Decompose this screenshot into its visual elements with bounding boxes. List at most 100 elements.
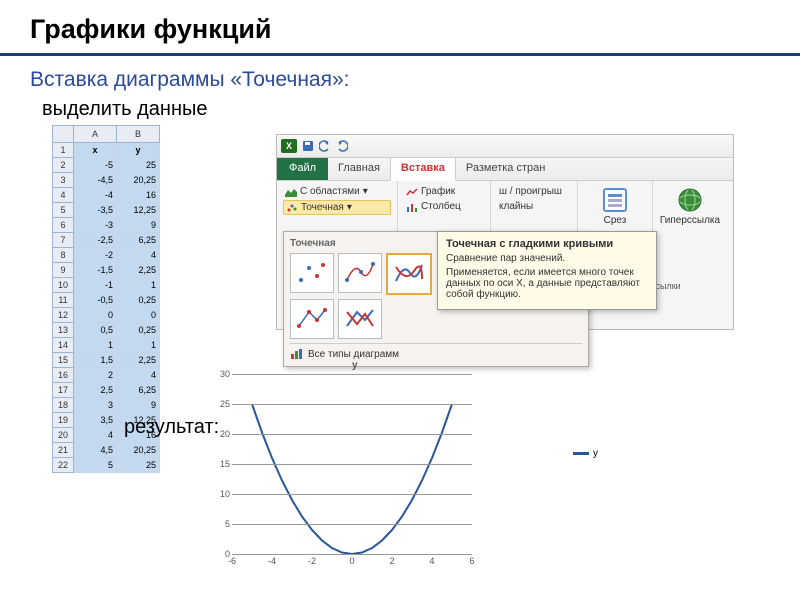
line-chart-icon bbox=[406, 187, 418, 197]
cell-y: 2,25 bbox=[117, 263, 160, 278]
gridline bbox=[232, 404, 472, 405]
row-header: 11 bbox=[53, 293, 74, 308]
area-chart-label: С областями bbox=[300, 186, 360, 197]
row-header: 8 bbox=[53, 248, 74, 263]
cell-y: 4 bbox=[117, 368, 160, 383]
column-chart-button[interactable]: Столбец bbox=[404, 200, 484, 213]
cell-x: -1 bbox=[74, 278, 117, 293]
cell-x: 0,5 bbox=[74, 323, 117, 338]
ribbon-body: С областями ▾ Точечная ▾ График Столбец … bbox=[277, 181, 733, 293]
result-chart: y 051015202530-6-4-20246 y bbox=[208, 360, 538, 574]
chart-plot-area: 051015202530-6-4-20246 bbox=[232, 374, 472, 554]
scatter-chart-button[interactable]: Точечная ▾ bbox=[283, 200, 391, 215]
y-tick-label: 15 bbox=[220, 459, 230, 469]
page-layout-tab[interactable]: Разметка стран bbox=[456, 158, 555, 180]
cell-x: 2,5 bbox=[74, 383, 117, 398]
cell-y: 0,25 bbox=[117, 293, 160, 308]
ribbon-titlebar: X bbox=[277, 135, 733, 158]
x-tick-label: -4 bbox=[268, 556, 276, 566]
row-header: 17 bbox=[53, 383, 74, 398]
home-tab[interactable]: Главная bbox=[328, 158, 390, 180]
area-chart-button[interactable]: С областями ▾ bbox=[283, 185, 391, 198]
area-chart-icon bbox=[285, 187, 297, 197]
line-chart-button[interactable]: График bbox=[404, 185, 484, 198]
cell-y: 6,25 bbox=[117, 233, 160, 248]
column-chart-icon bbox=[406, 202, 418, 212]
tooltip-line2: Применяется, если имеется много точек да… bbox=[446, 267, 648, 300]
all-charts-icon bbox=[290, 348, 304, 360]
cell-y: 0,25 bbox=[117, 323, 160, 338]
cell-y: 6,25 bbox=[117, 383, 160, 398]
scatter-chart-icon bbox=[286, 203, 298, 213]
x-tick-label: 0 bbox=[349, 556, 354, 566]
y-tick-label: 10 bbox=[220, 489, 230, 499]
cell-y: 9 bbox=[117, 218, 160, 233]
row-header: 21 bbox=[53, 443, 74, 458]
cell-x: -4 bbox=[74, 188, 117, 203]
row-header: 16 bbox=[53, 368, 74, 383]
column-chart-label: Столбец bbox=[421, 201, 461, 212]
x-tick-label: 2 bbox=[389, 556, 394, 566]
scatter-smooth-lines[interactable] bbox=[386, 253, 432, 295]
row-header: 6 bbox=[53, 218, 74, 233]
gridline bbox=[232, 524, 472, 525]
hyperlink-button[interactable]: Гиперссылка Ссылки bbox=[653, 181, 727, 293]
row-header: 13 bbox=[53, 323, 74, 338]
cell-x: 2 bbox=[74, 368, 117, 383]
row-header: 20 bbox=[53, 428, 74, 443]
row-header: 10 bbox=[53, 278, 74, 293]
gridline bbox=[232, 434, 472, 435]
row-header: 15 bbox=[53, 353, 74, 368]
chevron-down-icon: ▾ bbox=[347, 202, 352, 213]
row-header: 9 bbox=[53, 263, 74, 278]
gridline bbox=[232, 494, 472, 495]
scatter-markers-only[interactable] bbox=[290, 253, 334, 293]
cell-x: 3 bbox=[74, 398, 117, 413]
undo-icon[interactable] bbox=[318, 139, 332, 153]
x-tick-label: -2 bbox=[308, 556, 316, 566]
row-header: 19 bbox=[53, 413, 74, 428]
scatter-smooth-markers[interactable] bbox=[338, 253, 382, 293]
insert-tab[interactable]: Вставка bbox=[390, 158, 456, 181]
slicer-label: Срез bbox=[604, 215, 627, 226]
cell-y: 2,25 bbox=[117, 353, 160, 368]
file-tab[interactable]: Файл bbox=[277, 158, 328, 180]
slicer-icon bbox=[600, 187, 630, 213]
row-header: 2 bbox=[53, 158, 74, 173]
row-header: 22 bbox=[53, 458, 74, 473]
globe-icon bbox=[675, 187, 705, 213]
scatter-straight-lines[interactable] bbox=[338, 299, 382, 339]
ribbon-tabs: Файл Главная Вставка Разметка стран bbox=[277, 158, 733, 181]
redo-icon[interactable] bbox=[335, 139, 349, 153]
row-header: 5 bbox=[53, 203, 74, 218]
col-header-a: A bbox=[74, 126, 117, 143]
row-header: 1 bbox=[53, 143, 74, 158]
y-tick-label: 20 bbox=[220, 429, 230, 439]
cell-x: -2 bbox=[74, 248, 117, 263]
cell-x: 1 bbox=[74, 338, 117, 353]
all-chart-types-button[interactable]: Все типы диаграмм bbox=[290, 343, 582, 360]
winloss-label: ш / проигрыш bbox=[499, 186, 562, 197]
save-icon[interactable] bbox=[301, 139, 315, 153]
winloss-button[interactable]: ш / проигрыш bbox=[497, 185, 571, 198]
y-tick-label: 25 bbox=[220, 399, 230, 409]
cell-y: 4 bbox=[117, 248, 160, 263]
col-header-b: B bbox=[117, 126, 160, 143]
x-tick-label: -6 bbox=[228, 556, 236, 566]
cell-y: 1 bbox=[117, 278, 160, 293]
sparklines-button[interactable]: клайны bbox=[497, 200, 571, 213]
cell-x: 5 bbox=[74, 458, 117, 473]
cell-y: 25 bbox=[117, 458, 160, 473]
scatter-straight-markers[interactable] bbox=[290, 299, 334, 339]
excel-corner bbox=[53, 126, 74, 143]
row-header: 12 bbox=[53, 308, 74, 323]
hyperlink-label: Гиперссылка bbox=[660, 215, 720, 226]
y-tick-label: 5 bbox=[225, 519, 230, 529]
scatter-chart-label: Точечная bbox=[301, 202, 344, 213]
excel-ribbon: X Файл Главная Вставка Разметка стран С … bbox=[276, 134, 734, 330]
cell-y: 1 bbox=[117, 338, 160, 353]
tooltip-line1: Сравнение пар значений. bbox=[446, 253, 648, 264]
step-result: результат: bbox=[82, 416, 219, 439]
cell-x: 0 bbox=[74, 308, 117, 323]
row-header: 3 bbox=[53, 173, 74, 188]
